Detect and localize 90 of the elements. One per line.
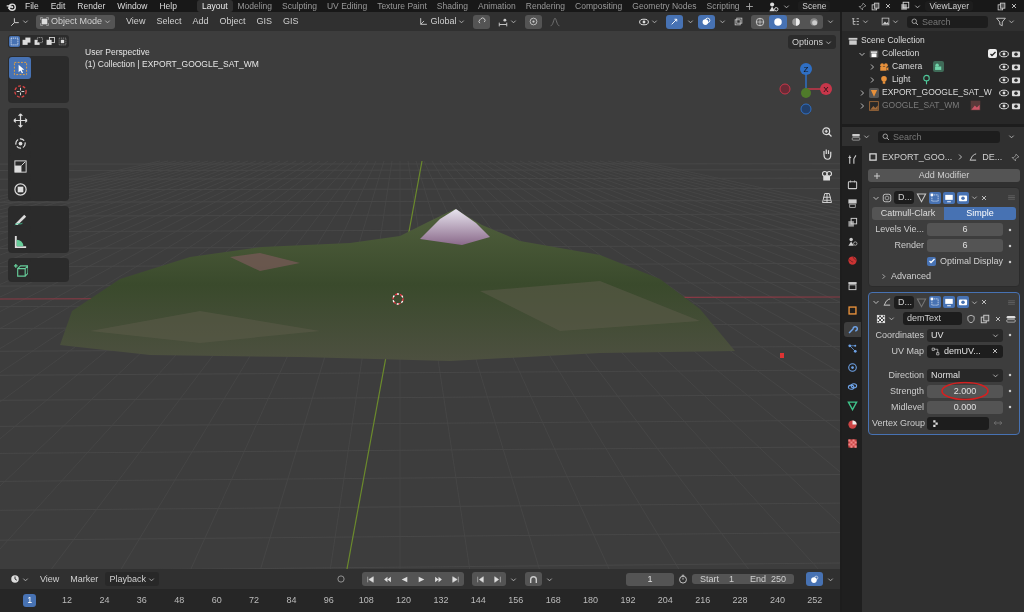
subdivision-type-tab[interactable]: Simple xyxy=(944,207,1016,220)
modifier-name-field[interactable]: D... xyxy=(894,295,914,309)
frame-number: 120 xyxy=(395,595,413,606)
workspace-tab[interactable]: Rendering xyxy=(520,0,570,12)
frame-number: 144 xyxy=(469,595,487,606)
workspace-tab[interactable]: Layout xyxy=(196,0,233,12)
orientation-dropdown[interactable]: Global xyxy=(415,14,470,29)
scene-name-field[interactable]: Scene xyxy=(798,0,831,12)
workspace-tab[interactable]: Modeling xyxy=(232,0,277,12)
frame-number: 12 xyxy=(61,595,74,606)
axis-handle[interactable]: X xyxy=(820,83,832,95)
frame-number: 132 xyxy=(432,595,450,606)
field-label: Vertex Group xyxy=(872,417,924,429)
subpanel-header[interactable]: Advanced xyxy=(891,271,932,282)
viewport-info-text: (1) Collection | EXPORT_GOOGLE_SAT_WM xyxy=(85,58,260,70)
checkbox-label: Optimal Display xyxy=(940,256,1004,267)
workspace-tab[interactable]: Compositing xyxy=(570,0,628,12)
number-field[interactable]: 6 xyxy=(927,223,1003,236)
outliner-item-label[interactable]: Scene Collection xyxy=(861,35,925,46)
workspace-tab[interactable]: Scripting xyxy=(701,0,745,12)
frame-number: 240 xyxy=(768,595,786,606)
menu-item[interactable]: Render xyxy=(73,0,110,12)
menu-item[interactable]: File xyxy=(21,0,43,12)
number-field[interactable]: 0.000 xyxy=(927,400,1003,414)
outliner-item-label[interactable]: EXPORT_GOOGLE_SAT_W xyxy=(882,87,992,98)
menu-item[interactable]: Edit xyxy=(46,0,70,12)
field-label: Levels Vie... xyxy=(874,224,924,235)
current-frame-marker[interactable]: 1 xyxy=(23,594,37,607)
outliner-item-label[interactable]: Collection xyxy=(882,48,920,59)
frame-number: 168 xyxy=(544,595,562,606)
frame-number: 192 xyxy=(619,595,637,606)
number-field[interactable]: 6 xyxy=(927,239,1003,252)
subdivision-type-tab[interactable]: Catmull-Clark xyxy=(872,207,944,220)
texture-name-field[interactable]: demText xyxy=(903,312,962,326)
dropdown-field[interactable]: UV xyxy=(927,328,1003,342)
outliner-item-label[interactable]: Light xyxy=(892,74,911,85)
frame-number: 60 xyxy=(210,595,223,606)
field-label: Direction xyxy=(887,369,924,381)
workspace-tab[interactable]: Geometry Nodes xyxy=(627,0,702,12)
frame-number: 96 xyxy=(322,595,335,606)
menu-item[interactable]: GIS xyxy=(278,16,303,27)
frame-number: 36 xyxy=(135,595,148,606)
dropdown-field[interactable]: Normal xyxy=(927,368,1003,382)
workspace-tab[interactable]: Shading xyxy=(431,0,473,12)
menu-item[interactable]: Add xyxy=(188,16,213,27)
frame-number: 180 xyxy=(582,595,600,606)
view-layer-field[interactable]: ViewLayer xyxy=(925,0,973,12)
outliner-item-label[interactable]: Camera xyxy=(892,61,923,72)
field-label: Midlevel xyxy=(890,401,924,413)
menu-item[interactable]: Marker xyxy=(66,573,103,585)
frame-number: 204 xyxy=(656,595,674,606)
frame-number: 216 xyxy=(694,595,712,606)
viewport-info-text: User Perspective xyxy=(85,46,151,58)
workspace-tab[interactable]: Animation xyxy=(472,0,521,12)
playback-dropdown[interactable]: Playback xyxy=(105,572,159,586)
frame-number: 108 xyxy=(357,595,375,606)
menu-item[interactable]: Help xyxy=(155,0,181,12)
search-field[interactable]: Search xyxy=(907,15,988,28)
axis-handle[interactable]: Z xyxy=(800,63,812,75)
frame-number: 72 xyxy=(248,595,261,606)
menu-item[interactable]: GIS xyxy=(252,16,276,27)
current-frame-field[interactable]: 1 xyxy=(625,572,674,586)
workspace-tab[interactable]: UV Editing xyxy=(321,0,373,12)
search-field[interactable]: Search xyxy=(878,130,1000,143)
field-label: Render xyxy=(893,240,924,251)
end-frame-field[interactable]: End 250 xyxy=(741,573,794,585)
options-dropdown[interactable]: Options xyxy=(787,35,836,49)
menu-item[interactable]: View xyxy=(122,16,150,27)
workspace-tab[interactable]: Texture Paint xyxy=(372,0,432,12)
frame-number: 228 xyxy=(731,595,749,606)
frame-number: 156 xyxy=(507,595,525,606)
start-frame-field[interactable]: Start 1 xyxy=(691,573,742,585)
mode-dropdown[interactable]: Object Mode xyxy=(36,14,116,29)
menu-item[interactable]: Object xyxy=(215,16,250,27)
number-field[interactable]: 2.000 xyxy=(927,384,1003,398)
frame-number: 24 xyxy=(98,595,111,606)
frame-number: 84 xyxy=(285,595,298,606)
field-label: Strength xyxy=(888,385,924,397)
frame-number: 252 xyxy=(806,595,824,606)
field-label: Coordinates xyxy=(874,329,924,341)
menu-item[interactable]: View xyxy=(36,573,64,585)
workspace-tab[interactable]: Sculpting xyxy=(277,0,322,12)
modifier-name-field[interactable]: D... xyxy=(894,191,914,204)
field-label: UV Map xyxy=(890,345,924,357)
breadcrumb-item[interactable]: EXPORT_GOO... xyxy=(882,151,953,163)
menu-item[interactable]: Select xyxy=(152,16,186,27)
frame-number: 48 xyxy=(173,595,186,606)
add-modifier-button[interactable]: Add Modifier xyxy=(868,169,1020,182)
menu-item[interactable]: Window xyxy=(113,0,152,12)
breadcrumb-item[interactable]: DE... xyxy=(982,151,1003,163)
